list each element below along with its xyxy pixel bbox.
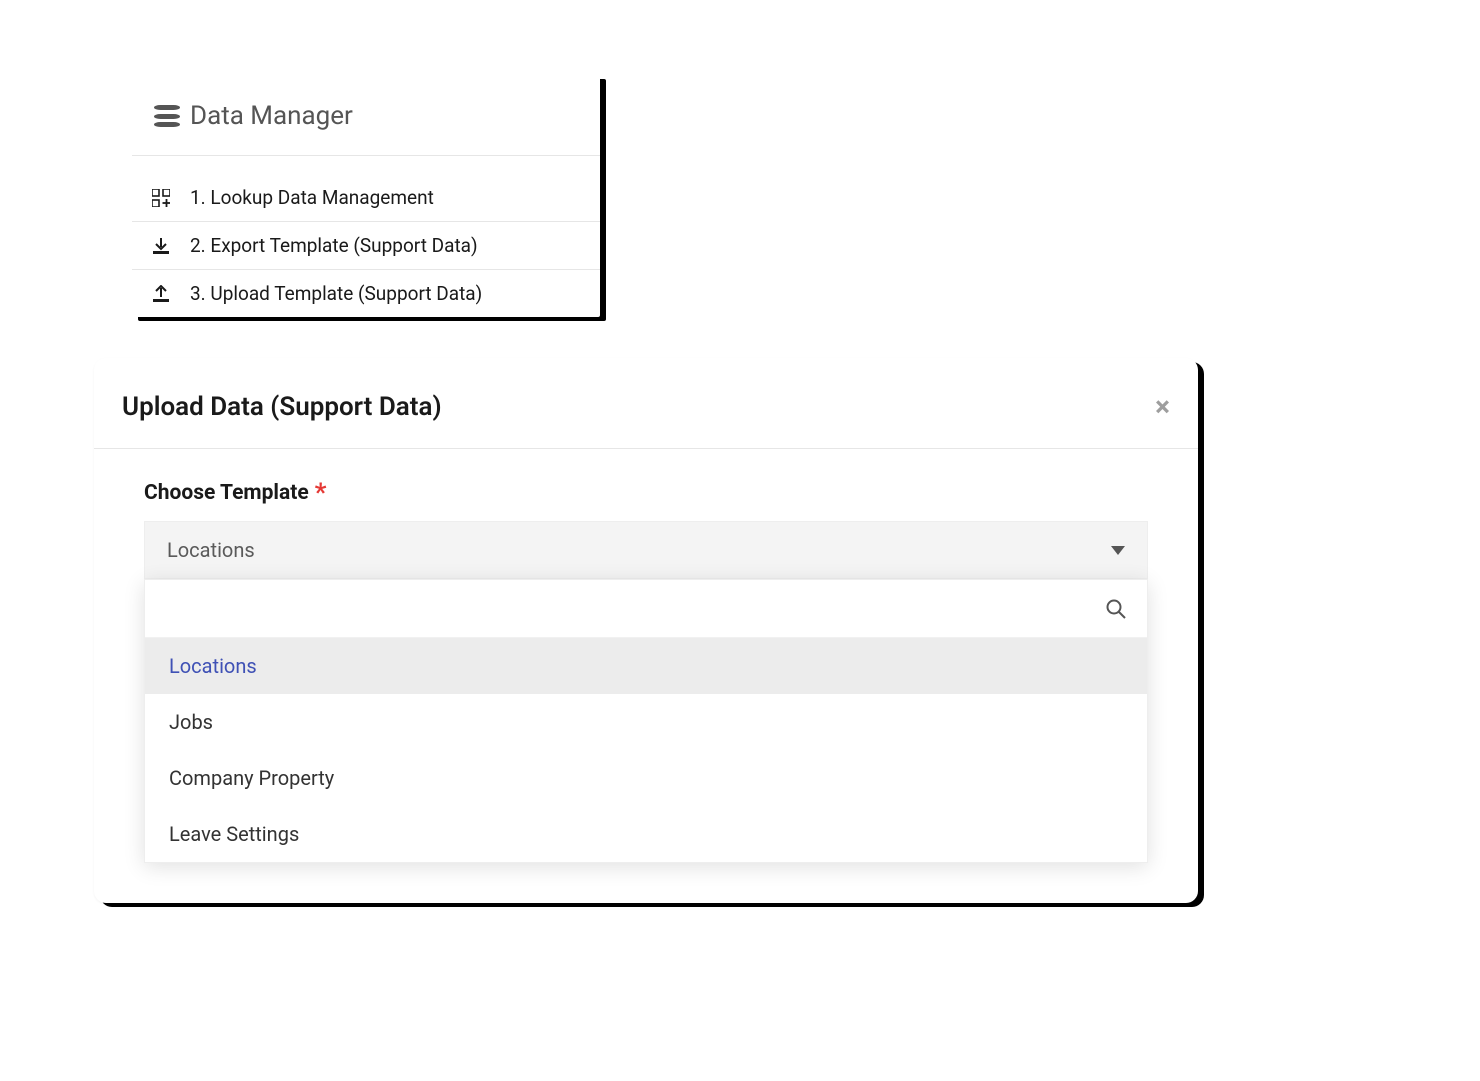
dm-item-export[interactable]: 2. Export Template (Support Data) bbox=[132, 222, 600, 270]
data-manager-title: Data Manager bbox=[190, 101, 353, 131]
chevron-down-icon bbox=[1111, 546, 1125, 555]
dm-item-label: 1. Lookup Data Management bbox=[190, 186, 434, 209]
dm-item-upload[interactable]: 3. Upload Template (Support Data) bbox=[132, 270, 600, 317]
dialog-title: Upload Data (Support Data) bbox=[122, 392, 442, 422]
search-icon[interactable] bbox=[1105, 598, 1127, 620]
template-option-company-property[interactable]: Company Property bbox=[145, 750, 1147, 806]
template-option-label: Jobs bbox=[169, 710, 213, 734]
template-select-value: Locations bbox=[167, 538, 255, 562]
data-manager-panel: Data Manager 1. Lookup Data Management bbox=[132, 75, 600, 317]
database-icon bbox=[154, 105, 180, 127]
dialog-header: Upload Data (Support Data) × bbox=[94, 358, 1198, 449]
template-option-locations[interactable]: Locations bbox=[145, 638, 1147, 694]
required-star-icon: * bbox=[315, 483, 327, 504]
template-option-leave-settings[interactable]: Leave Settings bbox=[145, 806, 1147, 862]
template-dropdown-panel: Locations Jobs Company Property Leave Se… bbox=[144, 579, 1148, 863]
dialog-body: Choose Template * Locations Locati bbox=[94, 449, 1198, 903]
template-option-label: Locations bbox=[169, 654, 257, 678]
template-option-label: Company Property bbox=[169, 766, 334, 790]
template-select[interactable]: Locations bbox=[144, 521, 1148, 579]
grid-add-icon bbox=[150, 189, 172, 207]
template-option-jobs[interactable]: Jobs bbox=[145, 694, 1147, 750]
dm-item-label: 3. Upload Template (Support Data) bbox=[190, 282, 482, 305]
dm-item-lookup[interactable]: 1. Lookup Data Management bbox=[132, 174, 600, 222]
data-manager-list: 1. Lookup Data Management 2. Export Temp… bbox=[132, 156, 600, 317]
template-search-input[interactable] bbox=[165, 580, 1105, 637]
close-icon[interactable]: × bbox=[1155, 393, 1170, 421]
choose-template-label-text: Choose Template bbox=[144, 481, 309, 505]
upload-icon bbox=[150, 285, 172, 303]
download-icon bbox=[150, 237, 172, 255]
choose-template-label: Choose Template * bbox=[144, 481, 1148, 505]
template-options-list: Locations Jobs Company Property Leave Se… bbox=[145, 638, 1147, 862]
data-manager-header: Data Manager bbox=[132, 75, 600, 156]
template-option-label: Leave Settings bbox=[169, 822, 299, 846]
template-dropdown-search bbox=[145, 580, 1147, 638]
dm-item-label: 2. Export Template (Support Data) bbox=[190, 234, 478, 257]
upload-data-dialog: Upload Data (Support Data) × Choose Temp… bbox=[94, 358, 1198, 903]
